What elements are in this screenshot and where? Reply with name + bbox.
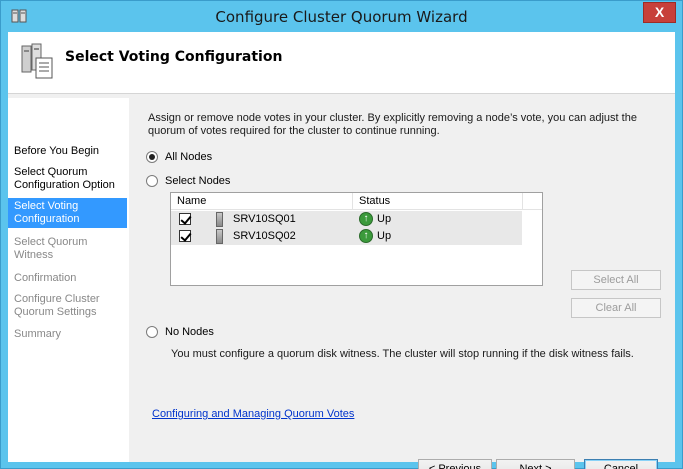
all-nodes-radio[interactable]	[146, 151, 158, 163]
node-name: SRV10SQ01	[233, 213, 296, 225]
previous-button[interactable]: < Previous	[418, 459, 492, 469]
all-nodes-option[interactable]: All Nodes	[146, 151, 212, 163]
nav-step-confirmation: Confirmation	[14, 272, 77, 284]
nav-step-summary: Summary	[14, 328, 62, 340]
no-nodes-label: No Nodes	[165, 326, 214, 338]
nodes-list-header: Name Status	[171, 193, 542, 210]
node-vote-checkbox[interactable]	[179, 213, 191, 225]
page-title: Select Voting Configuration	[65, 49, 283, 65]
nav-step-before-you-begin[interactable]: Before You Begin	[8, 143, 127, 160]
window-title: Configure Cluster Quorum Wizard	[215, 8, 468, 26]
column-divider	[352, 193, 353, 210]
node-vote-checkbox[interactable]	[179, 230, 191, 242]
wizard-client: Select Voting Configuration Before You B…	[8, 32, 675, 469]
no-nodes-option[interactable]: No Nodes	[146, 326, 214, 338]
wizard-window: Configure Cluster Quorum Wizard X Select…	[0, 0, 683, 469]
nav-step-select-voting-configuration[interactable]: Select Voting Configuration	[8, 198, 127, 228]
status-up-icon: ↑	[359, 212, 373, 226]
server-icon	[216, 212, 223, 227]
select-nodes-radio[interactable]	[146, 175, 158, 187]
column-header-status[interactable]: Status	[359, 195, 390, 207]
help-link[interactable]: Configuring and Managing Quorum Votes	[152, 408, 354, 420]
nav-step-configure-cluster-quorum-settings: Configure Cluster Quorum Settings	[14, 293, 100, 318]
nav-step-select-quorum-configuration-option[interactable]: Select Quorum Configuration Option	[8, 164, 127, 194]
server-icon	[216, 229, 223, 244]
intro-text: Assign or remove node votes in your clus…	[148, 112, 637, 137]
select-nodes-label: Select Nodes	[165, 175, 231, 187]
select-all-button[interactable]: Select All	[571, 270, 661, 290]
wizard-steps-nav: Before You Begin Select Quorum Configura…	[8, 98, 129, 462]
wizard-header: Select Voting Configuration	[8, 32, 675, 94]
nodes-list[interactable]: Name Status SRV10SQ01 ↑ Up SRV10SQ02 ↑ U…	[170, 192, 543, 286]
close-button[interactable]: X	[643, 2, 676, 23]
voting-configuration-icon	[21, 43, 53, 79]
column-divider	[522, 193, 523, 210]
node-status: Up	[377, 230, 392, 242]
nav-step-select-quorum-witness: Select Quorum Witness	[14, 236, 88, 261]
node-status: Up	[377, 213, 392, 225]
cancel-button[interactable]: Cancel	[584, 459, 658, 469]
table-row[interactable]: SRV10SQ01 ↑ Up	[171, 211, 542, 228]
no-nodes-radio[interactable]	[146, 326, 158, 338]
all-nodes-label: All Nodes	[165, 151, 213, 163]
clear-all-button[interactable]: Clear All	[571, 298, 661, 318]
node-name: SRV10SQ02	[233, 230, 296, 242]
next-button[interactable]: Next >	[496, 459, 575, 469]
select-nodes-option[interactable]: Select Nodes	[146, 175, 230, 187]
status-up-icon: ↑	[359, 229, 373, 243]
table-row[interactable]: SRV10SQ02 ↑ Up	[171, 228, 542, 245]
wizard-content: Assign or remove node votes in your clus…	[134, 98, 675, 469]
title-bar[interactable]: Configure Cluster Quorum Wizard X	[1, 1, 682, 33]
no-nodes-warning: You must configure a quorum disk witness…	[171, 348, 634, 360]
column-header-name[interactable]: Name	[177, 195, 206, 207]
